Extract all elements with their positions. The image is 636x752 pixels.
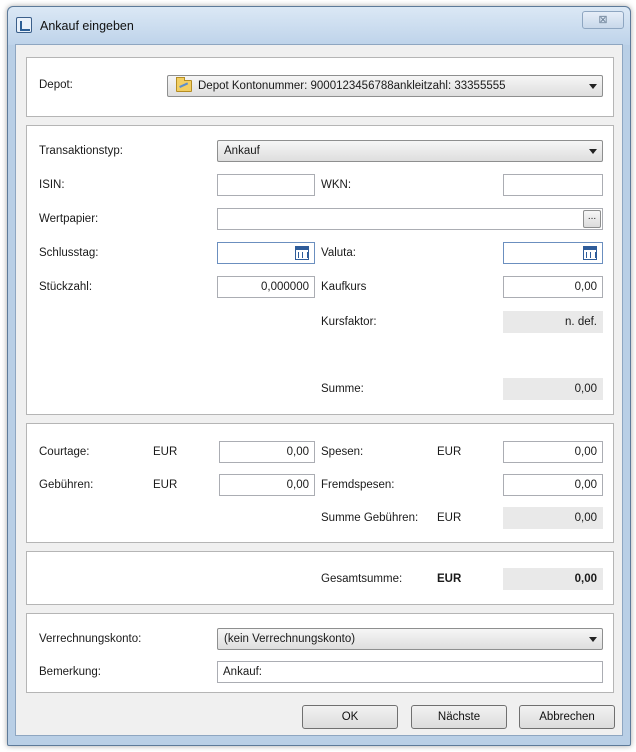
- schlusstag-label: Schlusstag:: [39, 247, 99, 259]
- spesen-field[interactable]: 0,00: [503, 441, 603, 463]
- verrechnungskonto-value: (kein Verrechnungskonto): [224, 633, 356, 645]
- depot-folder-icon: [176, 77, 192, 92]
- calendar-icon[interactable]: [583, 246, 597, 260]
- courtage-field[interactable]: 0,00: [219, 441, 315, 463]
- gesamtsumme-label: Gesamtsumme:: [321, 573, 403, 585]
- chevron-down-icon: [589, 637, 597, 642]
- valuta-date-field[interactable]: [503, 242, 603, 264]
- kursfaktor-label: Kursfaktor:: [321, 316, 377, 328]
- gebuehren-currency: EUR: [153, 479, 178, 491]
- courtage-currency: EUR: [153, 446, 178, 458]
- summe-gebuehren-value: 0,00: [503, 507, 603, 529]
- next-button[interactable]: Nächste: [411, 705, 507, 729]
- kaufkurs-label: Kaufkurs: [321, 281, 367, 293]
- gebuehren-field[interactable]: 0,00: [219, 474, 315, 496]
- spesen-currency: EUR: [437, 446, 462, 458]
- wkn-field[interactable]: [503, 174, 603, 196]
- bemerkung-field[interactable]: Ankauf:: [217, 661, 603, 683]
- window-title: Ankauf eingeben: [40, 19, 134, 33]
- depot-select-value: Depot Kontonummer: 9000123456788ankleitz…: [198, 80, 506, 92]
- chevron-down-icon: [589, 84, 597, 89]
- transaktionstyp-value: Ankauf: [224, 145, 260, 157]
- account-panel: Verrechnungskonto: (kein Verrechnungskon…: [26, 613, 614, 693]
- stueckzahl-field[interactable]: 0,000000: [217, 276, 315, 298]
- isin-field[interactable]: [217, 174, 315, 196]
- depot-label: Depot:: [39, 79, 73, 91]
- wertpapier-label: Wertpapier:: [39, 213, 99, 225]
- depot-panel: Depot: Depot Kontonummer: 9000123456788a…: [26, 57, 614, 117]
- kursfaktor-value: n. def.: [503, 311, 603, 333]
- fremdspesen-field[interactable]: 0,00: [503, 474, 603, 496]
- valuta-label: Valuta:: [321, 247, 356, 259]
- schlusstag-date-field[interactable]: [217, 242, 315, 264]
- cancel-button[interactable]: Abbrechen: [519, 705, 615, 729]
- verrechnungskonto-select[interactable]: (kein Verrechnungskonto): [217, 628, 603, 650]
- summe-gebuehren-currency: EUR: [437, 512, 462, 524]
- wertpapier-field[interactable]: ...: [217, 208, 603, 230]
- gesamtsumme-value: 0,00: [503, 568, 603, 590]
- gebuehren-label: Gebühren:: [39, 479, 94, 491]
- total-panel: Gesamtsumme: EUR 0,00: [26, 551, 614, 605]
- calendar-icon[interactable]: [295, 246, 309, 260]
- bemerkung-label: Bemerkung:: [39, 666, 102, 678]
- dialog-window: Ankauf eingeben ⊠ Depot: Depot Kontonumm…: [7, 6, 631, 746]
- isin-label: ISIN:: [39, 179, 65, 191]
- app-icon: [16, 17, 32, 33]
- verrechnungskonto-label: Verrechnungskonto:: [39, 633, 142, 645]
- ok-button[interactable]: OK: [302, 705, 398, 729]
- transaktionstyp-label: Transaktionstyp:: [39, 145, 123, 157]
- summe-gebuehren-label: Summe Gebühren:: [321, 512, 419, 524]
- title-bar: Ankauf eingeben ⊠: [8, 7, 630, 45]
- gesamtsumme-currency: EUR: [437, 573, 462, 585]
- courtage-label: Courtage:: [39, 446, 90, 458]
- fremdspesen-label: Fremdspesen:: [321, 479, 395, 491]
- transaktionstyp-select[interactable]: Ankauf: [217, 140, 603, 162]
- kaufkurs-field[interactable]: 0,00: [503, 276, 603, 298]
- close-button[interactable]: ⊠: [582, 11, 624, 29]
- summe-label: Summe:: [321, 383, 364, 395]
- dialog-client-area: Depot: Depot Kontonummer: 9000123456788a…: [15, 44, 623, 736]
- stueckzahl-label: Stückzahl:: [39, 281, 93, 293]
- spesen-label: Spesen:: [321, 446, 364, 458]
- transaction-panel: Transaktionstyp: Ankauf ISIN: WKN: Wertp…: [26, 125, 614, 415]
- wertpapier-browse-button[interactable]: ...: [583, 210, 601, 228]
- summe-value: 0,00: [503, 378, 603, 400]
- fees-panel: Courtage: EUR 0,00 Spesen: EUR 0,00 Gebü…: [26, 423, 614, 543]
- chevron-down-icon: [589, 149, 597, 154]
- depot-select[interactable]: Depot Kontonummer: 9000123456788ankleitz…: [167, 75, 603, 97]
- wkn-label: WKN:: [321, 179, 352, 191]
